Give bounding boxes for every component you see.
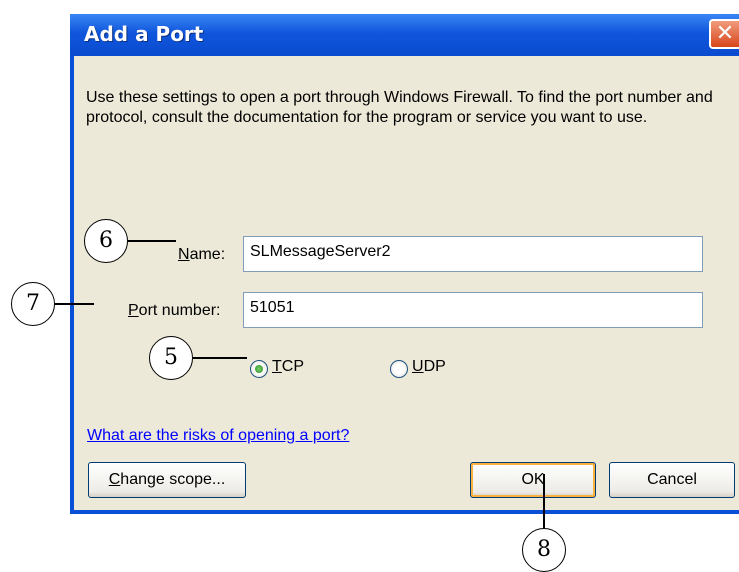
add-port-dialog: Add a Port ✕ Use these settings to open … — [70, 14, 739, 514]
callout-5-leader — [193, 357, 247, 359]
tcp-label[interactable]: TCP — [272, 358, 304, 376]
callout-6-leader — [128, 240, 176, 242]
callout-8: 8 — [522, 528, 566, 572]
callout-8-leader — [543, 474, 545, 528]
udp-radio[interactable] — [390, 360, 408, 378]
close-icon: ✕ — [715, 21, 735, 46]
dialog-body: Use these settings to open a port throug… — [74, 56, 739, 510]
ok-button[interactable]: OK — [470, 462, 596, 498]
port-number-field[interactable]: 51051 — [243, 292, 703, 328]
port-risks-link[interactable]: What are the risks of opening a port? — [87, 427, 349, 445]
name-field[interactable]: SLMessageServer2 — [243, 236, 703, 272]
callout-7: 7 — [11, 282, 55, 326]
callout-7-leader — [55, 303, 94, 305]
name-label: Name: — [178, 246, 226, 263]
description-text: Use these settings to open a port throug… — [86, 89, 713, 126]
title-bar[interactable]: Add a Port ✕ — [70, 14, 739, 56]
callout-6: 6 — [84, 219, 128, 263]
change-scope-button[interactable]: Change scope... — [88, 462, 246, 498]
dialog-title: Add a Port — [84, 22, 204, 46]
callout-5: 5 — [149, 336, 193, 380]
cancel-button[interactable]: Cancel — [609, 462, 735, 498]
port-number-label: Port number: — [128, 302, 221, 319]
udp-label[interactable]: UDP — [412, 358, 446, 376]
radio-selected-dot — [255, 365, 263, 373]
tcp-radio[interactable] — [250, 360, 268, 378]
close-button[interactable]: ✕ — [709, 19, 739, 49]
